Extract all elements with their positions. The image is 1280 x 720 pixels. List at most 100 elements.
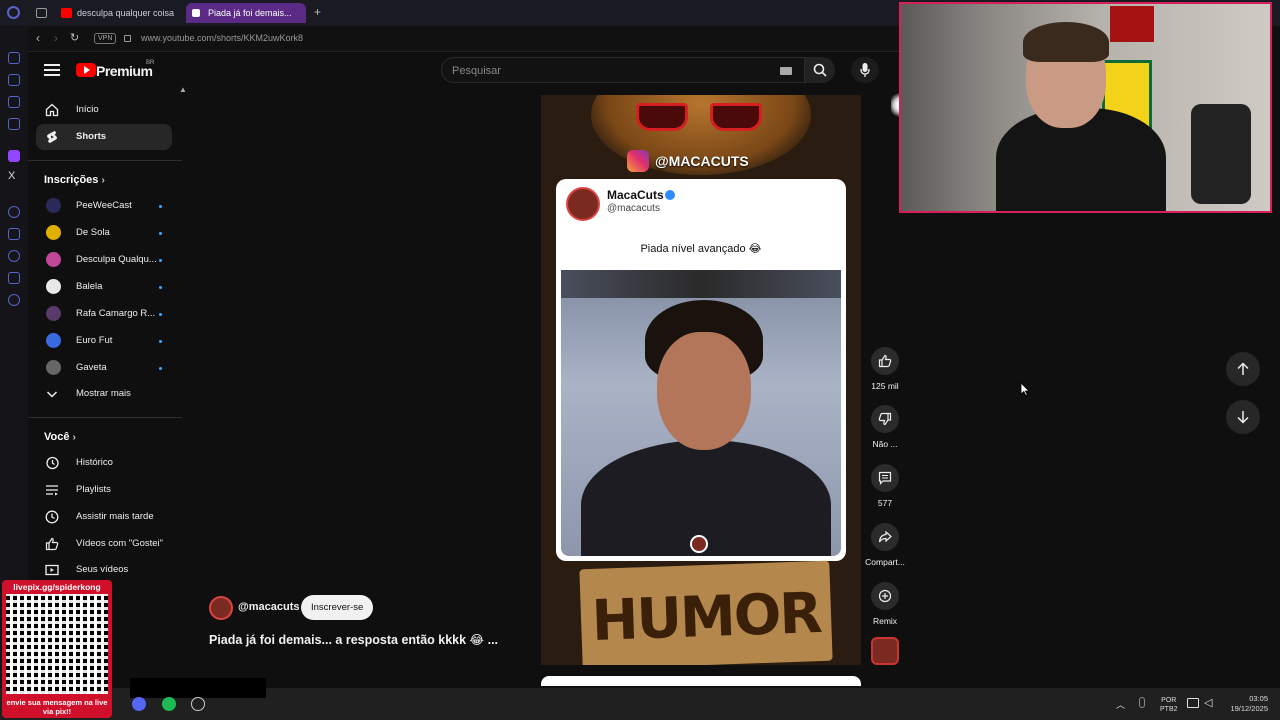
url-text[interactable]: www.youtube.com/shorts/KKM2uwKork8 bbox=[141, 33, 303, 43]
dislike-action[interactable]: Não ... bbox=[864, 405, 906, 449]
search-icon bbox=[813, 63, 827, 77]
mic-tray-icon[interactable] bbox=[1139, 697, 1145, 708]
sidebar-item-liked-videos[interactable]: Vídeos com "Gostei" bbox=[36, 531, 172, 557]
sidebar-item-playlists[interactable]: Playlists bbox=[36, 477, 172, 503]
clock-rail-icon[interactable] bbox=[8, 250, 20, 262]
watermark-logo bbox=[690, 535, 708, 553]
next-short-preview[interactable] bbox=[541, 676, 861, 686]
shorts-player[interactable]: @MACACUTS MacaCuts @macacuts Piada nível… bbox=[541, 95, 861, 665]
vpn-badge[interactable]: VPN bbox=[94, 33, 117, 44]
bag-rail-icon[interactable] bbox=[8, 74, 20, 86]
arrow-down-icon bbox=[1237, 411, 1249, 424]
remix-button[interactable] bbox=[871, 582, 899, 610]
sidebar-item-history[interactable]: Histórico bbox=[36, 450, 172, 476]
comments-button[interactable] bbox=[871, 464, 899, 492]
comments-action[interactable]: 577 bbox=[864, 464, 906, 508]
discord-icon[interactable] bbox=[132, 697, 146, 711]
chevron-down-icon bbox=[46, 391, 58, 398]
sidebar-sub-euro-fut[interactable]: Euro Fut bbox=[36, 328, 172, 354]
workspaces-icon[interactable] bbox=[36, 8, 47, 18]
humor-text: HUMOR bbox=[590, 581, 822, 654]
like-button[interactable] bbox=[871, 347, 899, 375]
new-content-dot bbox=[159, 313, 162, 316]
sidebar-sub-de-sola[interactable]: De Sola bbox=[36, 220, 172, 246]
sidebar-sub-desculpa[interactable]: Desculpa Qualqu... bbox=[36, 247, 172, 273]
app-icon[interactable] bbox=[191, 697, 205, 711]
like-action[interactable]: 125 mil bbox=[864, 347, 906, 391]
history-icon bbox=[46, 456, 59, 470]
browser-logo-icon[interactable] bbox=[7, 6, 20, 19]
sidebar-sub-gaveta[interactable]: Gaveta bbox=[36, 355, 172, 381]
pin-rail-icon[interactable] bbox=[8, 272, 20, 284]
channel-avatar bbox=[46, 306, 61, 321]
next-short-button[interactable] bbox=[1226, 400, 1260, 434]
keyboard-icon[interactable] bbox=[780, 67, 792, 75]
speaker-icon bbox=[192, 9, 200, 17]
remix-label: Remix bbox=[872, 616, 898, 626]
messenger-rail-icon[interactable] bbox=[8, 96, 20, 108]
tab-desculpa[interactable]: desculpa qualquer coisa bbox=[55, 3, 180, 23]
channel-name[interactable]: @macacuts bbox=[238, 601, 299, 613]
sidebar-item-label: De Sola bbox=[76, 227, 110, 238]
channel-avatar bbox=[46, 360, 61, 375]
x-rail-icon[interactable]: X bbox=[8, 170, 15, 182]
sidebar-item-label: Rafa Camargo R... bbox=[76, 308, 156, 319]
gaming-chair bbox=[1191, 104, 1251, 204]
show-more-button[interactable]: Mostrar mais bbox=[36, 381, 172, 407]
sidebar-scroll-up-icon[interactable]: ▲ bbox=[179, 85, 187, 94]
short-title[interactable]: Piada já foi demais... a resposta então … bbox=[209, 632, 498, 647]
search-box bbox=[441, 57, 805, 83]
divider bbox=[28, 417, 182, 418]
you-header[interactable]: Você › bbox=[44, 431, 76, 443]
framed-jersey-red bbox=[1110, 6, 1154, 42]
reload-icon[interactable]: ↻ bbox=[70, 31, 79, 44]
spotify-icon[interactable] bbox=[162, 697, 176, 711]
tab-piada[interactable]: Piada já foi demais... bbox=[186, 3, 306, 23]
address-bar: ‹ › ↻ VPN www.youtube.com/shorts/KKM2uwK… bbox=[28, 26, 900, 52]
list-rail-icon[interactable] bbox=[8, 228, 20, 240]
sidebar-sub-balela[interactable]: Balela bbox=[36, 274, 172, 300]
sidebar-item-label: Seus vídeos bbox=[76, 564, 129, 575]
lock-icon[interactable] bbox=[124, 35, 131, 42]
audio-thumbnail[interactable] bbox=[871, 637, 899, 665]
sidebar-item-home[interactable]: Início bbox=[36, 97, 172, 123]
volume-icon[interactable]: ◁ bbox=[1204, 696, 1212, 709]
settings-rail-icon[interactable] bbox=[8, 294, 20, 306]
keyboard-language[interactable]: POR PTB2 bbox=[1160, 696, 1178, 714]
previous-short-button[interactable] bbox=[1226, 352, 1260, 386]
logo-text: Premium bbox=[96, 63, 153, 79]
sidebar-item-label: Vídeos com "Gostei" bbox=[76, 538, 164, 549]
back-icon[interactable]: ‹ bbox=[36, 31, 40, 45]
subscribe-button[interactable]: Inscrever-se bbox=[301, 595, 374, 620]
search-input[interactable] bbox=[452, 63, 752, 79]
share-action[interactable]: Compart... bbox=[864, 523, 906, 567]
sidebar-item-shorts[interactable]: Shorts bbox=[36, 124, 172, 150]
sidebar-item-label: Assistir mais tarde bbox=[76, 511, 154, 522]
voice-search-button[interactable] bbox=[851, 57, 879, 83]
divider bbox=[28, 160, 182, 161]
menu-icon[interactable] bbox=[44, 62, 60, 78]
shorts-icon bbox=[47, 131, 57, 143]
subscriptions-header[interactable]: Inscrições › bbox=[44, 174, 105, 186]
tray-chevron-up-icon[interactable]: ︿ bbox=[1116, 698, 1125, 711]
channel-avatar[interactable] bbox=[209, 596, 233, 620]
sidebar-item-watch-later[interactable]: Assistir mais tarde bbox=[36, 504, 172, 530]
thumbs-down-icon bbox=[878, 412, 892, 426]
clock-time: 03:05 bbox=[1249, 694, 1268, 703]
sidebar-sub-peeweecast[interactable]: PeeWeeCast bbox=[36, 193, 172, 219]
network-icon[interactable] bbox=[1187, 698, 1199, 708]
new-tab-button[interactable]: + bbox=[314, 5, 321, 19]
system-clock[interactable]: 03:05 19/12/2025 bbox=[1222, 694, 1268, 714]
search-button[interactable] bbox=[805, 57, 835, 83]
forward-icon[interactable]: › bbox=[54, 31, 58, 45]
taskbar: ︿ POR PTB2 ◁ 03:05 19/12/2025 bbox=[0, 678, 1280, 720]
share-button[interactable] bbox=[871, 523, 899, 551]
app-rail-icon[interactable] bbox=[8, 118, 20, 130]
player-rail-icon[interactable] bbox=[8, 206, 20, 218]
dislike-button[interactable] bbox=[871, 405, 899, 433]
twitch-rail-icon[interactable] bbox=[8, 150, 20, 162]
share-icon bbox=[878, 530, 892, 543]
sidebar-sub-rafa-camargo[interactable]: Rafa Camargo R... bbox=[36, 301, 172, 327]
remix-action[interactable]: Remix bbox=[864, 582, 906, 626]
history-rail-icon[interactable] bbox=[8, 52, 20, 64]
